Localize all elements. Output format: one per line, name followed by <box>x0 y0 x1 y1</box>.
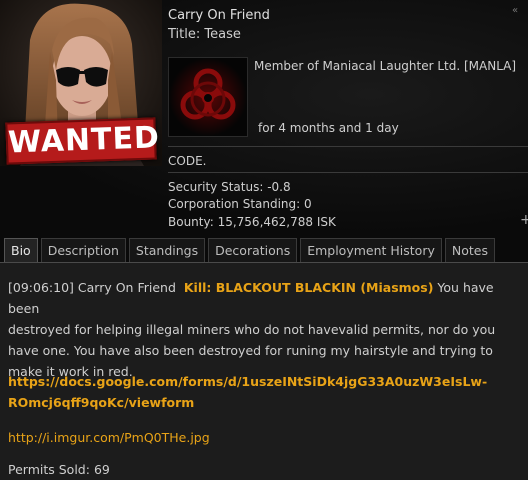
form-link[interactable]: https://docs.google.com/forms/d/1uszeINt… <box>8 371 516 413</box>
kill-link[interactable]: Kill: BLACKOUT BLACKIN (Miasmos) <box>184 280 434 295</box>
character-title: Title: Tease <box>168 27 241 42</box>
tab-description[interactable]: Description <box>40 238 126 262</box>
permits-value: 69 <box>93 462 110 477</box>
tab-bar: Bio Description Standings Decorations Em… <box>4 238 498 262</box>
corporation-logo[interactable] <box>168 57 248 137</box>
character-info-window: WANTED Carry On Friend Title: Tease « Me… <box>0 0 528 480</box>
bio-message: [09:06:10] Carry On Friend Kill: BLACKOU… <box>8 277 516 382</box>
bounty-amount: Bounty: 15,756,462,788 ISK <box>168 215 336 229</box>
corporation-standing: Corporation Standing: 0 <box>168 197 312 211</box>
message-line: have one. You have also been destroyed f… <box>8 343 493 358</box>
tab-bio[interactable]: Bio <box>4 238 38 262</box>
wanted-badge: WANTED <box>5 117 160 165</box>
image-link[interactable]: http://i.imgur.com/PmQ0THe.jpg <box>8 427 516 448</box>
divider <box>168 172 528 173</box>
image-link-text[interactable]: http://i.imgur.com/PmQ0THe.jpg <box>8 430 210 445</box>
security-status: Security Status: -0.8 <box>168 180 291 194</box>
collapse-icon[interactable]: « <box>512 5 518 16</box>
tab-standings[interactable]: Standings <box>128 238 206 262</box>
permits-label: Permits Sold: <box>8 462 90 477</box>
permits-sold: Permits Sold: 69 <box>8 459 516 480</box>
form-link-line[interactable]: ROmcj6qff9qoKc/viewform <box>8 395 194 410</box>
character-name[interactable]: Carry On Friend <box>168 8 270 23</box>
divider <box>168 146 528 147</box>
corporation-membership[interactable]: Member of Maniacal Laughter Ltd. [MANLA] <box>254 59 516 73</box>
tab-decorations[interactable]: Decorations <box>208 238 298 262</box>
form-link-line[interactable]: https://docs.google.com/forms/d/1uszeINt… <box>8 374 487 389</box>
alliance-text: CODE. <box>168 154 207 168</box>
tab-notes[interactable]: Notes <box>444 238 495 262</box>
biohazard-icon <box>169 58 247 136</box>
plus-icon[interactable]: + <box>520 212 528 228</box>
message-line: destroyed for helping illegal miners who… <box>8 322 496 337</box>
membership-duration: for 4 months and 1 day <box>258 121 399 135</box>
character-portrait[interactable]: WANTED <box>0 0 162 166</box>
chat-speaker[interactable]: Carry On Friend <box>78 280 176 295</box>
character-header: WANTED Carry On Friend Title: Tease « Me… <box>0 0 528 236</box>
tab-employment-history[interactable]: Employment History <box>300 238 442 262</box>
bio-panel[interactable]: [09:06:10] Carry On Friend Kill: BLACKOU… <box>0 263 528 480</box>
chat-timestamp: [09:06:10] <box>8 280 74 295</box>
